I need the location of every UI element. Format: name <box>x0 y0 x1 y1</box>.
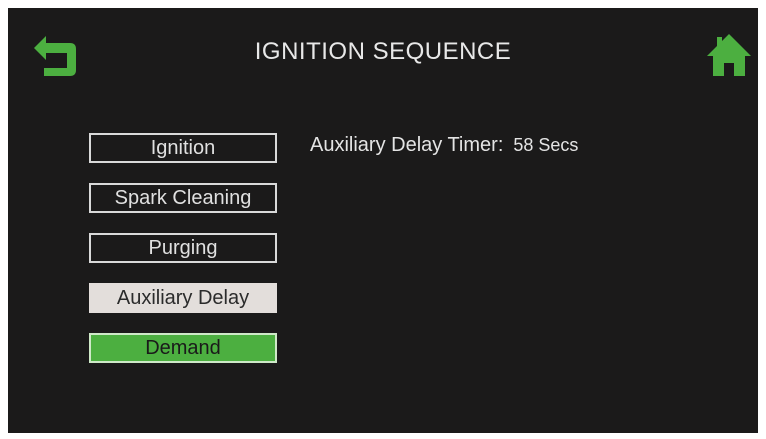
auxiliary-delay-readout: Auxiliary Delay Timer: 58 Secs <box>310 134 578 157</box>
menu-button-ignition[interactable]: Ignition <box>89 133 277 163</box>
menu-button-auxiliary-delay[interactable]: Auxiliary Delay <box>89 283 277 313</box>
back-button[interactable] <box>30 34 80 78</box>
display-frame: IGNITION SEQUENCE Ignition Spark Cleanin… <box>0 0 766 439</box>
timer-value: 58 Secs <box>513 135 579 155</box>
menu-button-spark-cleaning[interactable]: Spark Cleaning <box>89 183 277 213</box>
timer-label: Auxiliary Delay Timer: <box>310 134 504 156</box>
menu-button-purging[interactable]: Purging <box>89 233 277 263</box>
back-arrow-icon <box>34 36 76 76</box>
menu-button-demand[interactable]: Demand <box>89 333 277 363</box>
hmi-screen: IGNITION SEQUENCE Ignition Spark Cleanin… <box>8 8 758 433</box>
home-icon <box>707 34 751 76</box>
home-button[interactable] <box>705 32 753 78</box>
screen-title: IGNITION SEQUENCE <box>254 38 512 65</box>
